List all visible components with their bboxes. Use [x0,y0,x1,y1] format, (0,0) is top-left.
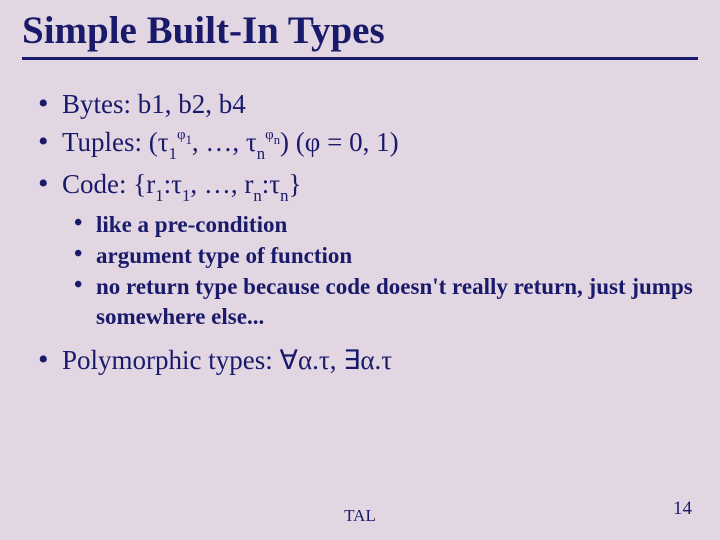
main-bullet-list-2: Polymorphic types: ∀α.τ, ∃α.τ [34,342,698,378]
tau-code-n: τ [269,169,280,199]
sub-bullet-noreturn: no return type because code doesn't real… [74,272,698,332]
alpha-1: α [298,345,312,375]
code-prefix: Code: {r [62,169,155,199]
bullet-polymorphic: Polymorphic types: ∀α.τ, ∃α.τ [34,342,698,378]
sub-n: n [257,144,265,163]
phi-sup-n: φn [265,127,280,143]
r-sub-n: n [253,186,261,205]
sub-1: 1 [169,144,177,163]
tau-p1: τ [319,345,330,375]
tau-sub-n: n [280,186,288,205]
page-number: 14 [673,498,692,520]
code-mid: , …, r [190,169,253,199]
title-underline [22,57,698,60]
tuples-prefix: Tuples: ( [62,127,158,157]
bytes-text: Bytes: b1, b2, b4 [62,89,246,119]
poly-mid: , [330,345,344,375]
bullet-tuples: Tuples: (τ1φ1, …, τnφn) (φ = 0, 1) [34,124,698,164]
footer-label: TAL [0,506,720,526]
tau-p2: τ [381,345,392,375]
slide-root: Simple Built-In Types Bytes: b1, b2, b4 … [0,0,720,540]
alpha-2: α [360,345,374,375]
tuples-close: ) [280,127,296,157]
phi-eq: (φ = 0, 1) [296,127,399,157]
forall-sym: ∀ [280,345,298,375]
poly-prefix: Polymorphic types: [62,345,280,375]
sub-bullet-precond: like a pre-condition [74,210,698,240]
slide-content: Bytes: b1, b2, b4 Tuples: (τ1φ1, …, τnφn… [22,86,698,378]
tau-sym-n: τ [246,127,257,157]
main-bullet-list: Bytes: b1, b2, b4 Tuples: (τ1φ1, …, τnφn… [34,86,698,206]
exists-sym: ∃ [343,345,360,375]
phi-sup: φ1 [177,127,192,143]
slide-title: Simple Built-In Types [22,8,698,55]
bullet-code: Code: {r1:τ1, …, rn:τn} [34,166,698,206]
dot-1: . [312,345,319,375]
tau-sub-1: 1 [182,186,190,205]
colon-1: : [164,169,172,199]
tuples-mid: , …, [192,127,246,157]
tau-sym: τ [158,127,169,157]
r-sub-1: 1 [155,186,163,205]
sub-bullet-list: like a pre-condition argument type of fu… [34,210,698,332]
code-close: } [288,169,301,199]
bullet-bytes: Bytes: b1, b2, b4 [34,86,698,122]
sub-bullet-argtype: argument type of function [74,241,698,271]
tau-code-1: τ [171,169,182,199]
